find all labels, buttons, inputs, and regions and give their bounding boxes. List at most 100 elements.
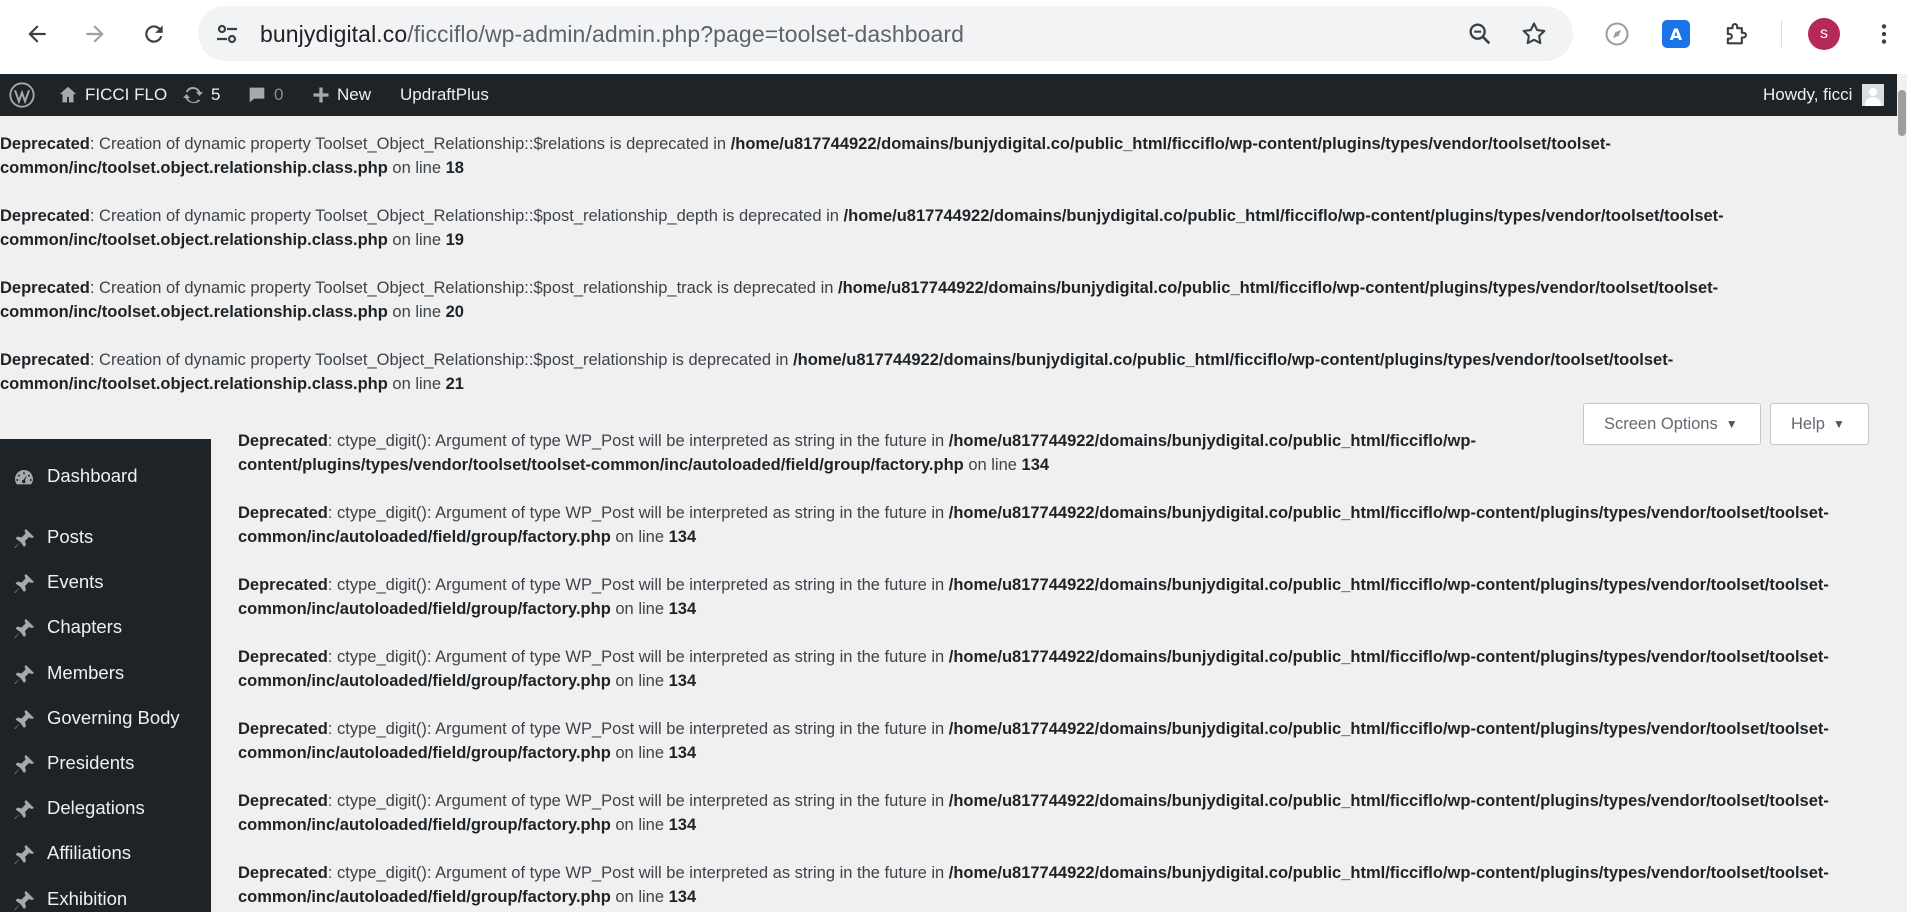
notice-line-number: 18 [445, 159, 464, 177]
scrollbar-thumb[interactable] [1898, 90, 1906, 136]
browser-menu-icon[interactable] [1864, 14, 1904, 54]
notice-line-number: 21 [445, 375, 464, 393]
sidebar-item-affiliations[interactable]: Affiliations [0, 834, 211, 874]
notice-message: : Creation of dynamic property Toolset_O… [89, 207, 844, 225]
sidebar-item-label: Dashboard [47, 465, 138, 486]
notice-on-line: on line [610, 672, 669, 690]
pin-icon [12, 889, 36, 912]
sidebar-item-posts[interactable]: Posts [0, 518, 211, 558]
sidebar-item-members[interactable]: Members [0, 654, 211, 694]
notice-file-path: /home/u817744922/domains/bunjydigital.co… [948, 864, 1829, 882]
deprecation-notice: Deprecated: Creation of dynamic property… [0, 204, 1900, 252]
admin-sidebar-menu: Dashboard Posts Events Chapters Members Gover… [0, 439, 211, 912]
deprecation-notice: Deprecated: ctype_digit(): Argument of t… [238, 717, 1898, 765]
pin-icon [12, 843, 36, 867]
updates-link[interactable]: 5 [181, 74, 220, 116]
compass-extension-icon[interactable] [1597, 14, 1637, 54]
reload-button[interactable] [134, 14, 174, 54]
notice-message: : ctype_digit(): Argument of type WP_Pos… [327, 864, 949, 882]
notice-line-number: 134 [1021, 456, 1050, 474]
notice-message: : ctype_digit(): Argument of type WP_Pos… [327, 792, 949, 810]
translate-extension-icon[interactable]: A [1656, 14, 1696, 54]
deprecation-notice: Deprecated: ctype_digit(): Argument of t… [238, 573, 1898, 621]
notice-line-number: 134 [668, 600, 697, 618]
forward-button[interactable] [75, 14, 115, 54]
sidebar-item-label: Governing Body [47, 706, 180, 728]
sidebar-item-chapters[interactable]: Chapters [0, 608, 211, 648]
plus-icon [313, 87, 329, 103]
new-label: New [337, 85, 372, 104]
bookmark-star-icon[interactable] [1520, 20, 1548, 48]
wordpress-logo-icon[interactable] [8, 74, 36, 116]
deprecation-notice: Deprecated: ctype_digit(): Argument of t… [238, 645, 1898, 693]
notice-label: Deprecated [238, 432, 328, 450]
site-info-icon[interactable] [212, 19, 242, 49]
zoom-icon[interactable] [1466, 20, 1494, 48]
sidebar-item-label: Events [47, 571, 104, 593]
notice-line-number: 134 [668, 744, 697, 762]
notice-on-line: on line [387, 231, 446, 249]
pin-icon [12, 708, 36, 732]
updraftplus-link[interactable]: UpdraftPlus [400, 74, 489, 116]
notice-label: Deprecated [238, 864, 328, 882]
notice-file-path-cont: common/inc/autoloaded/field/group/factor… [238, 528, 611, 546]
notice-file-path-cont: common/inc/toolset.object.relationship.c… [0, 159, 388, 177]
sidebar-item-dashboard[interactable]: Dashboard [0, 457, 211, 497]
notice-label: Deprecated [238, 504, 328, 522]
sidebar-item-exhibition[interactable]: Exhibition [0, 880, 211, 912]
browser-toolbar: bunjydigital.co/ficciflo/wp-admin/admin.… [0, 0, 1907, 74]
notice-file-path: /home/u817744922/domains/bunjydigital.co… [730, 135, 1611, 153]
sidebar-item-presidents[interactable]: Presidents [0, 744, 211, 784]
notice-file-path-cont: common/inc/autoloaded/field/group/factor… [238, 600, 611, 618]
notice-file-path-cont: common/inc/autoloaded/field/group/factor… [238, 816, 611, 834]
notice-message: : Creation of dynamic property Toolset_O… [89, 279, 838, 297]
sidebar-item-label: Posts [47, 526, 94, 547]
comment-icon [249, 87, 265, 103]
notice-on-line: on line [610, 744, 669, 762]
notice-line-number: 134 [668, 528, 697, 546]
notice-label: Deprecated [238, 720, 328, 738]
site-name-link[interactable]: FICCI FLO [57, 74, 167, 116]
notice-on-line: on line [387, 375, 446, 393]
notice-file-path: /home/u817744922/domains/bunjydigital.co… [838, 279, 1719, 297]
notice-file-path: /home/u817744922/domains/bunjydigital.co… [948, 792, 1829, 810]
notice-message: : ctype_digit(): Argument of type WP_Pos… [327, 720, 949, 738]
howdy-text: Howdy, ficci [1763, 85, 1853, 104]
notice-file-path-cont: common/inc/toolset.object.relationship.c… [0, 375, 388, 393]
notice-label: Deprecated [0, 351, 90, 369]
page-scrollbar[interactable] [1897, 74, 1907, 912]
url-host: bunjydigital.co [260, 21, 408, 47]
sidebar-item-label: Members [47, 661, 125, 683]
new-content-link[interactable]: New [311, 74, 371, 116]
profile-avatar[interactable]: s [1804, 14, 1844, 54]
extensions-puzzle-icon[interactable] [1716, 14, 1756, 54]
forward-arrow-icon [86, 25, 104, 43]
notice-on-line: on line [387, 159, 446, 177]
notice-file-path: /home/u817744922/domains/bunjydigital.co… [948, 432, 1476, 450]
site-name: FICCI FLO [85, 85, 168, 104]
url-path: /ficciflo/wp-admin/admin.php?page=toolse… [407, 21, 965, 47]
comments-link[interactable]: 0 [246, 74, 283, 116]
notice-file-path: /home/u817744922/domains/bunjydigital.co… [948, 504, 1829, 522]
address-bar[interactable]: bunjydigital.co/ficciflo/wp-admin/admin.… [198, 6, 1573, 61]
notice-line-number: 134 [668, 816, 697, 834]
notice-label: Deprecated [0, 135, 90, 153]
url-text: bunjydigital.co/ficciflo/wp-admin/admin.… [260, 21, 964, 48]
notice-label: Deprecated [238, 792, 328, 810]
notice-file-path: /home/u817744922/domains/bunjydigital.co… [948, 648, 1829, 666]
sidebar-item-delegations[interactable]: Delegations [0, 789, 211, 829]
dashboard-icon [12, 466, 36, 490]
sidebar-item-label: Affiliations [47, 842, 131, 864]
back-arrow-icon [28, 25, 46, 43]
pin-icon [12, 798, 36, 822]
back-button[interactable] [17, 14, 57, 54]
notice-on-line: on line [610, 816, 669, 834]
sidebar-item-governing-body[interactable]: Governing Body [0, 699, 211, 739]
pin-icon [12, 527, 36, 551]
home-icon [59, 86, 77, 103]
notice-file-path: /home/u817744922/domains/bunjydigital.co… [843, 207, 1724, 225]
notice-file-path-cont: common/inc/autoloaded/field/group/factor… [238, 672, 611, 690]
notice-label: Deprecated [238, 648, 328, 666]
sidebar-item-events[interactable]: Events [0, 563, 211, 603]
my-account-link[interactable]: Howdy, ficci [1763, 74, 1885, 116]
